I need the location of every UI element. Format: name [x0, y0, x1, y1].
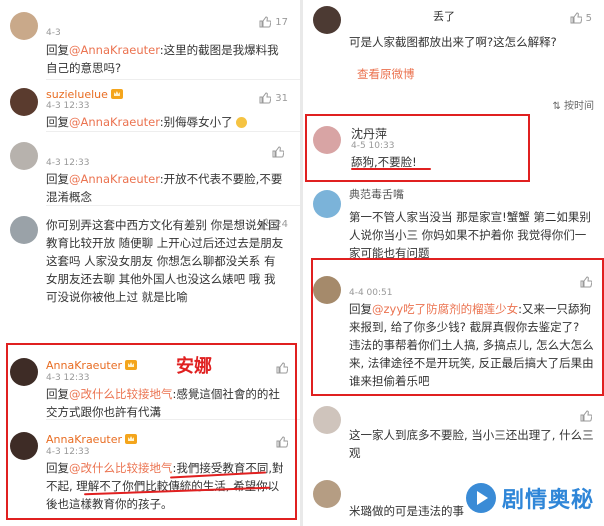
- comment-item: 4-3 17 回复@AnnaKraeuter:这里的截图是我爆料我自己的意思吗?: [0, 0, 300, 80]
- vip-badge-icon: [110, 89, 123, 99]
- comment-item: 典范毒舌嘴 第一不管人家当没当 那是家宣!蟹蟹 第二如果别人说你当小三 你妈如果…: [303, 182, 604, 260]
- comment-username[interactable]: 典范毒舌嘴: [349, 186, 404, 202]
- avatar[interactable]: [313, 480, 341, 508]
- avatar[interactable]: [313, 6, 341, 34]
- mention-link[interactable]: @AnnaKraeuter: [69, 115, 160, 129]
- comment-item: 这一家人到底多不要脸, 当小三还出理了, 什么三观: [303, 400, 604, 472]
- comment-item: 24 你可别弄这套中西方文化有差别 你是想说外国教育比较开放 随便聊 上开心过后…: [0, 206, 300, 344]
- comment-item: 丢了 5 可是人家截图都放出来了啊?这怎么解释? 查看原微博 ⇅ 按时间: [303, 0, 604, 112]
- avatar[interactable]: [10, 12, 38, 40]
- sort-icon: ⇅: [552, 101, 564, 112]
- thumbs-up-icon: [259, 92, 272, 104]
- avatar[interactable]: [313, 190, 341, 218]
- thumbs-up-icon: [580, 410, 592, 422]
- like-button[interactable]: [580, 410, 592, 422]
- comment-text: 回复@AnnaKraeuter:别侮辱女小了: [46, 113, 286, 131]
- avatar[interactable]: [313, 406, 341, 434]
- like-button[interactable]: 5: [570, 12, 592, 24]
- like-count: 31: [275, 92, 288, 104]
- annotation-label: 安娜: [176, 356, 212, 377]
- avatar[interactable]: [10, 142, 38, 170]
- right-comment-panel: 丢了 5 可是人家截图都放出来了啊?这怎么解释? 查看原微博 ⇅ 按时间 沈丹萍…: [303, 0, 604, 526]
- comment-item: suzieluelue 4-3 12:33 31 回复@AnnaKraeuter…: [0, 80, 300, 132]
- like-button[interactable]: [272, 146, 288, 158]
- thumbs-up-icon: [570, 12, 582, 24]
- comment-time: 4-3 12:33: [46, 158, 90, 168]
- underline-mark: [351, 168, 431, 170]
- mention-link[interactable]: @AnnaKraeuter: [69, 172, 160, 186]
- smile-emoji-icon: [236, 117, 248, 128]
- comment-text: 回复@AnnaKraeuter:开放不代表不要脸,不要混淆概念: [46, 172, 283, 204]
- view-original-weibo-link[interactable]: 查看原微博: [357, 66, 415, 82]
- play-logo-icon: [465, 483, 496, 513]
- left-comment-panel: 4-3 17 回复@AnnaKraeuter:这里的截图是我爆料我自己的意思吗?…: [0, 0, 300, 526]
- comment-time: 4-3 12:33: [46, 101, 90, 111]
- comment-text: 可是人家截图都放出来了啊?这怎么解释?: [349, 35, 557, 49]
- comment-username: 丢了: [433, 10, 455, 23]
- sort-by-time-button[interactable]: ⇅ 按时间: [552, 97, 594, 112]
- comment-item: 4-3 12:33 回复@AnnaKraeuter:开放不代表不要脸,不要混淆概…: [0, 132, 300, 206]
- avatar[interactable]: [10, 88, 38, 116]
- highlight-box: [305, 114, 530, 182]
- thumbs-up-icon: [259, 16, 272, 28]
- thumbs-up-icon: [272, 146, 284, 158]
- like-button[interactable]: 17: [259, 16, 288, 28]
- comment-time: 4-3: [46, 28, 61, 38]
- mention-link[interactable]: @AnnaKraeuter: [69, 43, 160, 57]
- like-button[interactable]: 31: [259, 92, 288, 104]
- avatar[interactable]: [10, 216, 38, 244]
- like-count: 5: [585, 12, 592, 24]
- highlight-box: [6, 343, 297, 520]
- comment-text: 回复@AnnaKraeuter:这里的截图是我爆料我自己的意思吗?: [46, 43, 279, 75]
- comment-username[interactable]: suzieluelue: [46, 88, 123, 101]
- like-count: 17: [275, 16, 288, 28]
- highlight-box: [311, 258, 604, 396]
- comment-text: 这一家人到底多不要脸, 当小三还出理了, 什么三观: [349, 428, 594, 460]
- comment-text: 第一不管人家当没当 那是家宣!蟹蟹 第二如果别人说你当小三 你妈如果不护着你 我…: [349, 210, 591, 260]
- comment-text: 你可别弄这套中西方文化有差别 你是想说外国教育比较开放 随便聊 上开心过后还过去…: [46, 218, 284, 304]
- watermark: 剧情奥秘: [465, 482, 594, 514]
